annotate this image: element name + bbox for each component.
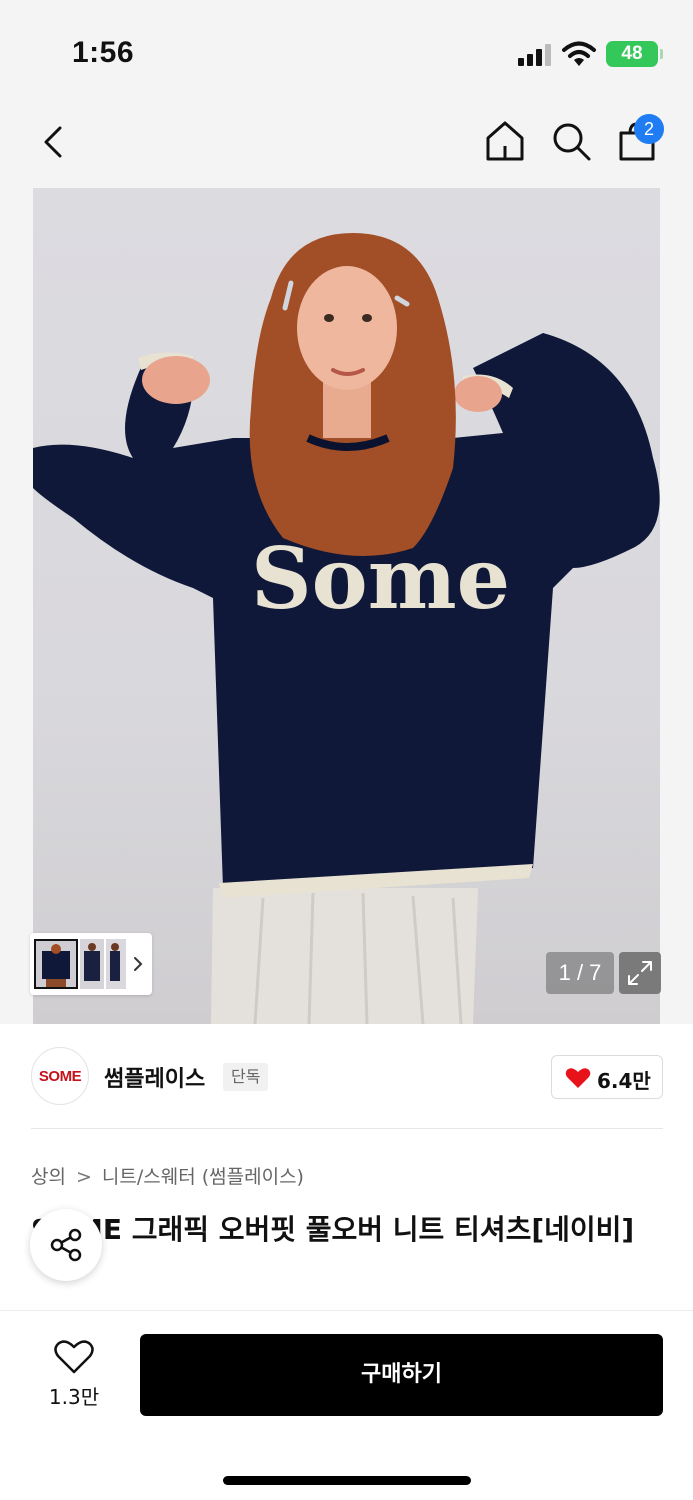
breadcrumb-category[interactable]: 상의 — [31, 1166, 66, 1188]
share-button[interactable] — [30, 1209, 102, 1281]
share-icon — [50, 1228, 82, 1262]
sweater-logo-text: Some — [251, 529, 510, 628]
home-icon[interactable] — [482, 118, 528, 164]
back-arrow-icon[interactable] — [34, 120, 74, 164]
product-gallery[interactable]: Some 1 / 7 — [0, 188, 693, 1024]
heart-outline-icon — [54, 1340, 94, 1374]
breadcrumb-separator: > — [75, 1166, 92, 1188]
divider — [31, 1128, 663, 1129]
brand-row: SOME 썸플레이스 단독 6.4만 — [0, 1024, 693, 1130]
brand-logo-text: SOME — [38, 1067, 82, 1085]
breadcrumb: 상의 > 니트/스웨터 (썸플레이스) — [31, 1162, 304, 1189]
status-bar: 1:56 48 — [0, 0, 693, 100]
chevron-right-icon[interactable] — [130, 955, 146, 973]
thumbnail-2[interactable] — [80, 939, 104, 989]
heart-filled-icon — [565, 1068, 591, 1088]
brand-like-button[interactable]: 6.4만 — [551, 1055, 663, 1099]
brand-name[interactable]: 썸플레이스 — [104, 1061, 205, 1093]
product-title: SOME 그래픽 오버핏 풀오버 니트 티셔츠[네이비] — [31, 1213, 635, 1246]
exclusive-badge: 단독 — [223, 1063, 269, 1091]
image-counter: 1 / 7 — [546, 952, 614, 994]
wishlist-count: 1.3만 — [48, 1385, 100, 1409]
model-illustration: Some — [33, 233, 660, 1024]
product-photo[interactable]: Some — [33, 188, 660, 1024]
thumbnail-strip[interactable] — [30, 933, 152, 995]
battery-icon: 48 — [606, 41, 663, 67]
wishlist-button[interactable]: 1.3만 — [36, 1339, 112, 1409]
search-icon[interactable] — [548, 118, 594, 164]
brand-logo[interactable]: SOME — [31, 1047, 89, 1105]
wifi-icon — [562, 41, 596, 66]
battery-level: 48 — [621, 43, 643, 64]
buy-button[interactable]: 구매하기 — [140, 1334, 663, 1416]
breadcrumb-subcategory[interactable]: 니트/스웨터 (썸플레이스) — [102, 1166, 304, 1188]
status-time: 1:56 — [72, 36, 135, 69]
expand-icon[interactable] — [619, 952, 661, 994]
cellular-signal-icon — [518, 44, 552, 66]
thumbnail-3[interactable] — [106, 939, 126, 989]
bottom-action-bar: 1.3만 구매하기 — [0, 1310, 693, 1500]
thumbnail-1[interactable] — [34, 939, 78, 989]
brand-like-count: 6.4만 — [597, 1069, 651, 1093]
home-indicator — [223, 1476, 471, 1485]
top-nav: 2 — [0, 100, 693, 188]
cart-count-badge: 2 — [634, 114, 664, 144]
